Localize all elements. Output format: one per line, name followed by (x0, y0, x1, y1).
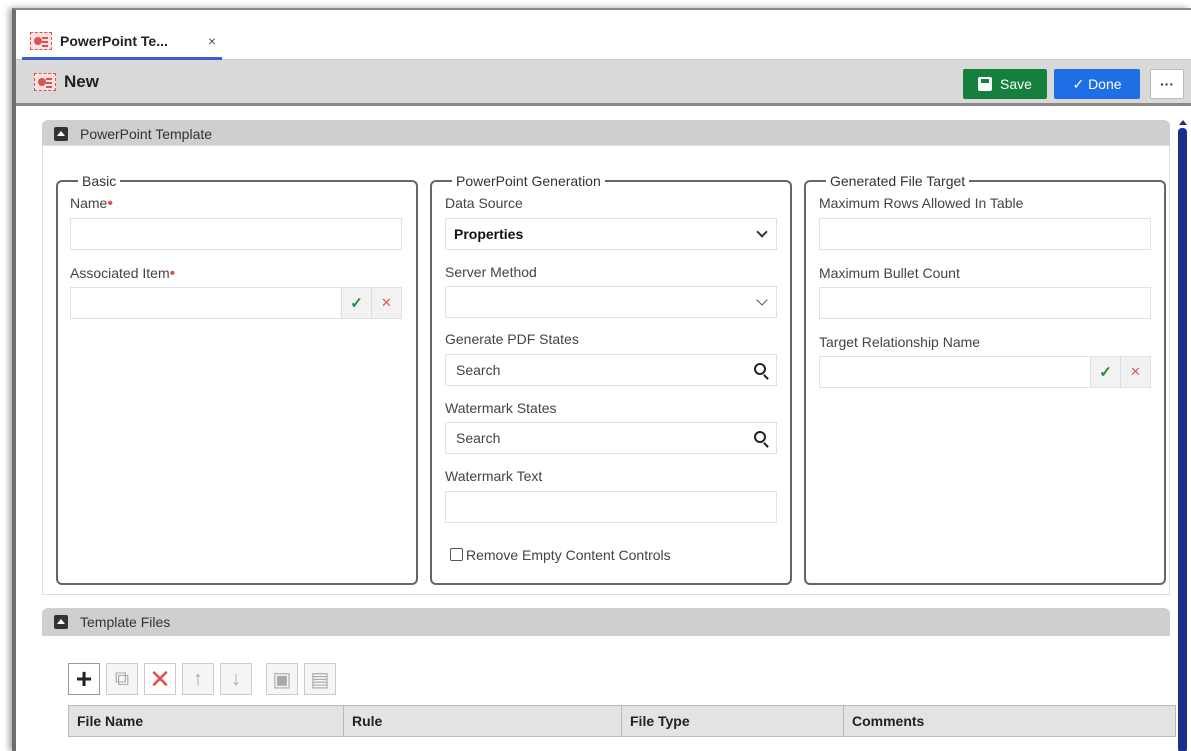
relationship-actions: ✓ ✕ (1090, 357, 1150, 387)
check-icon[interactable]: ✓ (1090, 357, 1120, 387)
data-source-value: Properties (454, 226, 524, 242)
clear-icon[interactable]: ✕ (371, 288, 401, 318)
associated-item-label-text: Associated Item (70, 265, 170, 281)
watermark-states-search-input[interactable]: Search (445, 422, 777, 454)
item-actions: ✓ ✕ (341, 288, 401, 318)
edit-icon[interactable]: ⧉ (106, 663, 138, 695)
clear-icon[interactable]: ✕ (1120, 357, 1150, 387)
name-label: Name• (70, 195, 113, 213)
move-up-icon[interactable]: ↑ (182, 663, 214, 695)
section-title: Template Files (80, 614, 171, 630)
watermark-text-label: Watermark Text (445, 468, 543, 484)
collapse-icon[interactable] (54, 615, 68, 629)
name-input[interactable] (70, 218, 402, 250)
tab-powerpoint-template[interactable]: PowerPoint Te... × (22, 24, 222, 60)
tab-bar: PowerPoint Te... × (16, 10, 1191, 60)
pdf-states-search-input[interactable]: Search (445, 354, 777, 386)
tab-title: PowerPoint Te... (60, 32, 168, 49)
powerpoint-icon (34, 72, 56, 91)
max-bullet-input[interactable] (819, 287, 1151, 319)
column-header-rule[interactable]: Rule (344, 706, 622, 736)
required-marker: • (169, 265, 176, 282)
page-title: New (64, 71, 99, 91)
item-toolbar: New Save ✓ Done ··· (16, 60, 1191, 106)
section-header-template-files[interactable]: Template Files (42, 608, 1170, 636)
server-method-select[interactable] (445, 286, 777, 318)
app-window: PowerPoint Te... × New Save ✓ Done ··· P… (12, 8, 1191, 751)
check-icon[interactable]: ✓ (341, 288, 371, 318)
target-relationship-label: Target Relationship Name (819, 334, 981, 350)
pdf-states-label: Generate PDF States (445, 331, 579, 347)
remove-empty-checkbox[interactable] (450, 548, 463, 561)
watermark-text-input[interactable] (445, 491, 777, 523)
template-files-grid-header: File Name Rule File Type Comments (68, 705, 1176, 737)
watermark-states-label: Watermark States (445, 400, 557, 416)
save-label: Save (1000, 76, 1032, 92)
required-marker: • (107, 195, 113, 212)
done-button[interactable]: ✓ Done (1054, 69, 1140, 99)
data-source-label: Data Source (445, 195, 523, 211)
add-icon[interactable]: + (68, 663, 100, 695)
column-header-comments[interactable]: Comments (844, 706, 1175, 736)
associated-item-input[interactable]: ✓ ✕ (70, 287, 402, 319)
generation-legend: PowerPoint Generation (456, 173, 601, 189)
server-method-label: Server Method (445, 264, 537, 280)
excel-file-icon[interactable]: ▣ (266, 663, 298, 695)
associated-item-label: Associated Item• (70, 265, 175, 283)
column-header-file-name[interactable]: File Name (69, 706, 344, 736)
name-label-text: Name (70, 195, 108, 211)
chevron-down-icon (756, 226, 768, 238)
target-legend: Generated File Target (830, 173, 966, 189)
column-header-file-type[interactable]: File Type (622, 706, 844, 736)
pdf-file-icon[interactable]: ▤ (304, 663, 336, 695)
max-rows-input[interactable] (819, 218, 1151, 250)
target-relationship-input[interactable]: ✓ ✕ (819, 356, 1151, 388)
vertical-scrollbar[interactable] (1178, 128, 1187, 751)
save-icon (978, 77, 993, 91)
delete-icon[interactable]: ✕ (144, 663, 176, 695)
max-bullet-label: Maximum Bullet Count (819, 265, 960, 281)
save-button[interactable]: Save (963, 69, 1047, 99)
section-title: PowerPoint Template (80, 126, 213, 142)
more-options-button[interactable]: ··· (1150, 69, 1184, 99)
collapse-icon[interactable] (54, 127, 68, 141)
template-files-toolbar: + ⧉ ✕ ↑ ↓ ▣ ▤ (68, 662, 342, 696)
max-rows-label: Maximum Rows Allowed In Table (819, 195, 1024, 211)
section-header-powerpoint-template[interactable]: PowerPoint Template (42, 120, 1170, 148)
close-icon[interactable]: × (208, 33, 216, 49)
search-icon[interactable] (754, 431, 766, 443)
watermark-states-placeholder: Search (456, 430, 501, 446)
pdf-states-placeholder: Search (456, 362, 501, 378)
search-icon[interactable] (754, 363, 766, 375)
basic-legend: Basic (82, 173, 117, 189)
powerpoint-icon (30, 31, 52, 50)
scroll-up-arrow[interactable] (1179, 120, 1187, 125)
data-source-select[interactable]: Properties (445, 218, 777, 250)
remove-empty-label: Remove Empty Content Controls (466, 547, 671, 563)
chevron-down-icon (756, 294, 768, 306)
move-down-icon[interactable]: ↓ (220, 663, 252, 695)
